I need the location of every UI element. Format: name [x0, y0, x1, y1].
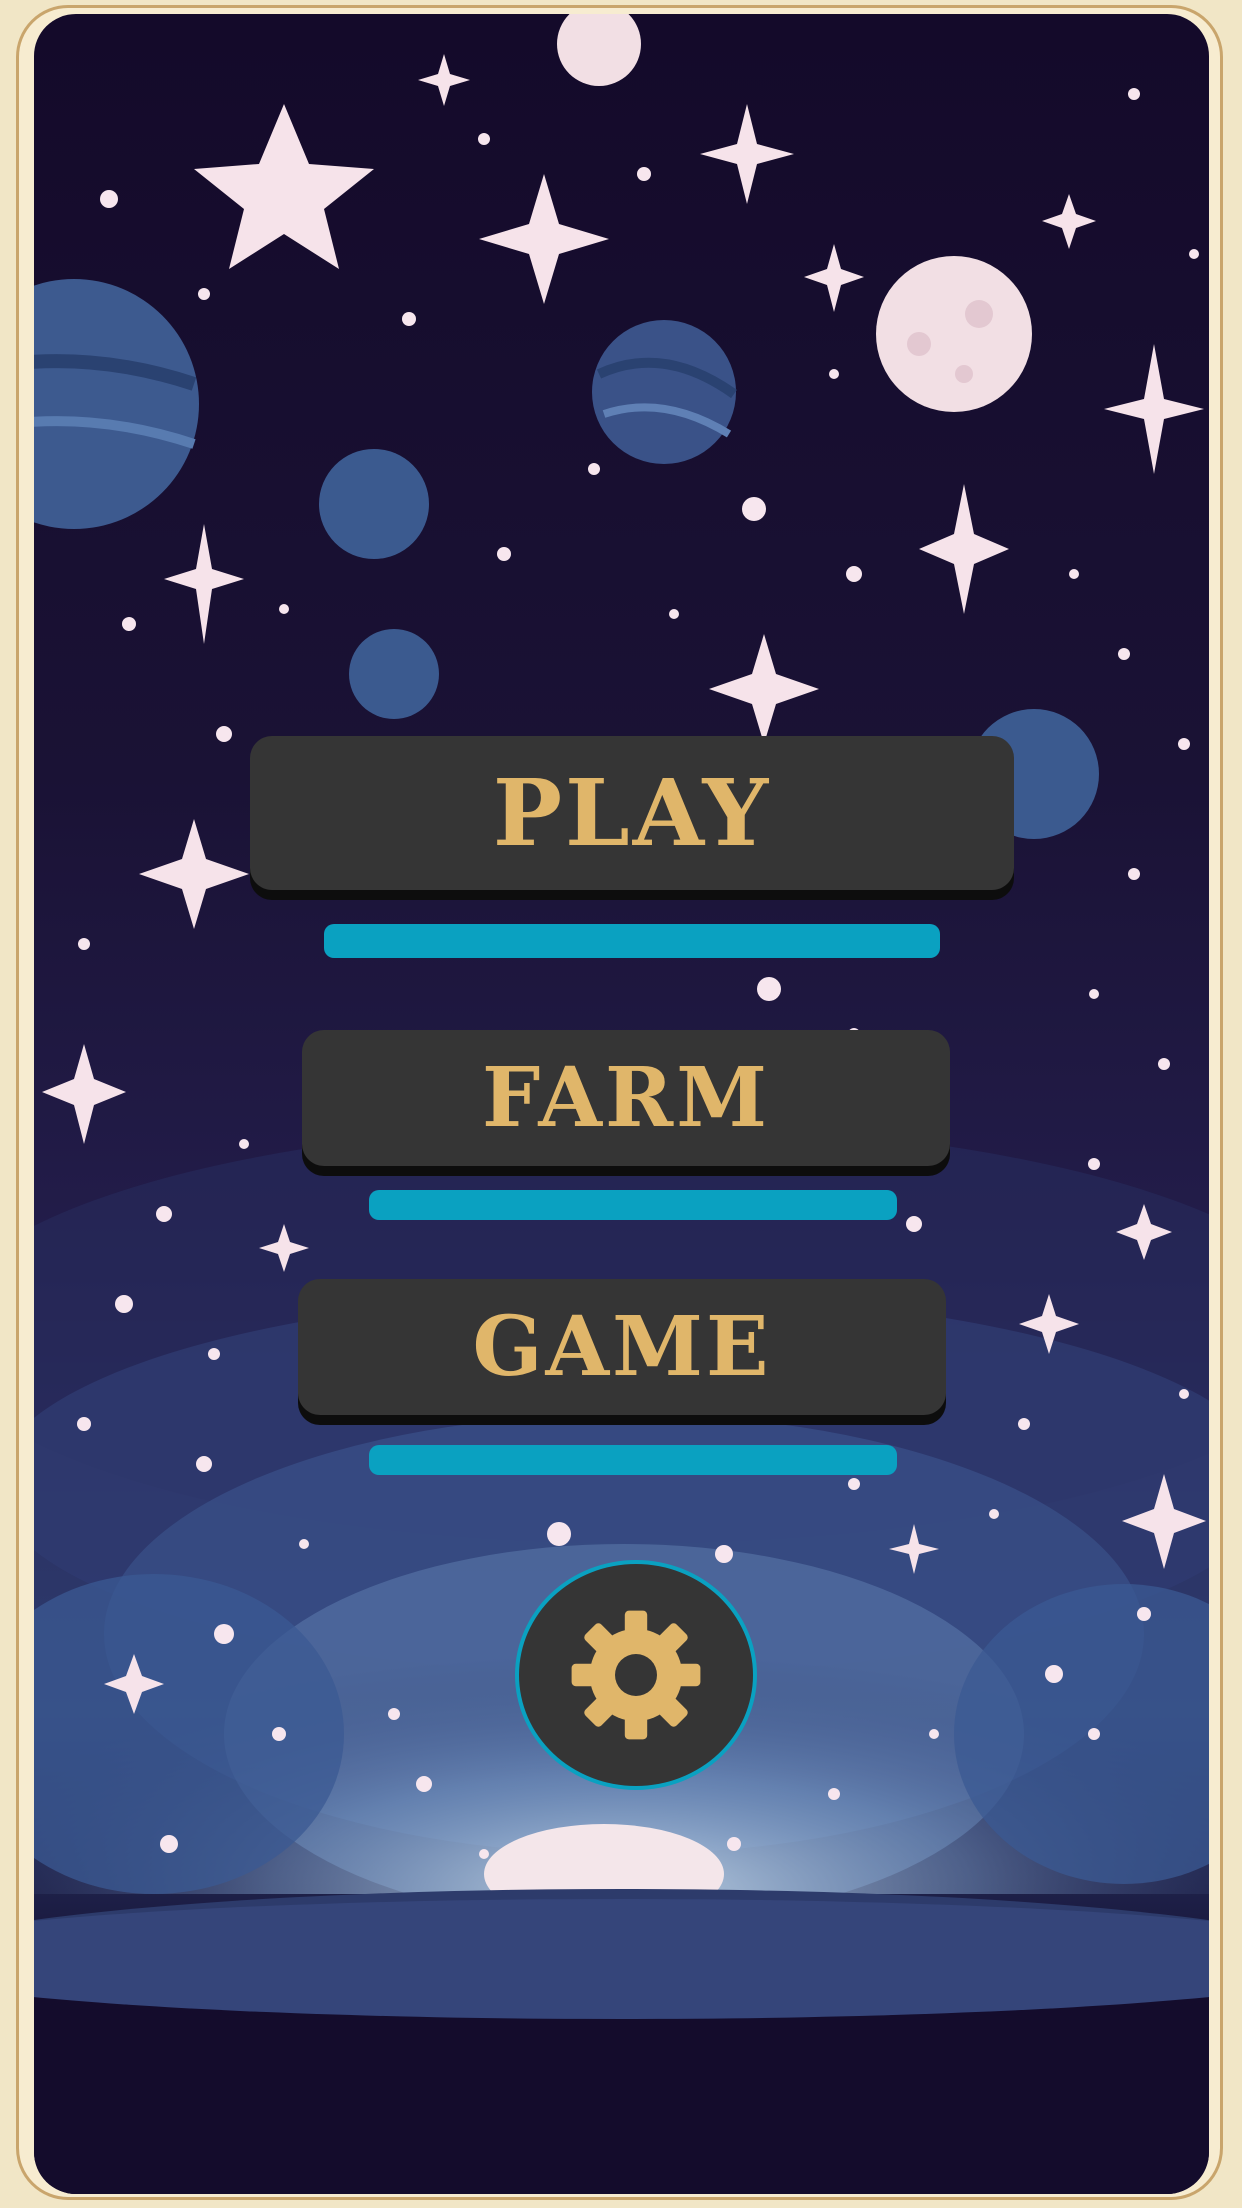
play-button[interactable]: PLAY: [250, 736, 1014, 890]
gear-icon: [571, 1610, 701, 1740]
play-button-label: PLAY: [492, 759, 772, 867]
game-button[interactable]: GAME: [298, 1279, 946, 1415]
game-button-label: GAME: [472, 1299, 772, 1395]
game-screen: PLAY FARM GAME: [34, 14, 1209, 2194]
play-button-underline: [324, 924, 940, 958]
farm-button-underline: [369, 1190, 897, 1220]
farm-button-label: FARM: [482, 1050, 770, 1146]
settings-button[interactable]: [515, 1560, 757, 1790]
game-button-underline: [369, 1445, 897, 1475]
farm-button[interactable]: FARM: [302, 1030, 950, 1166]
